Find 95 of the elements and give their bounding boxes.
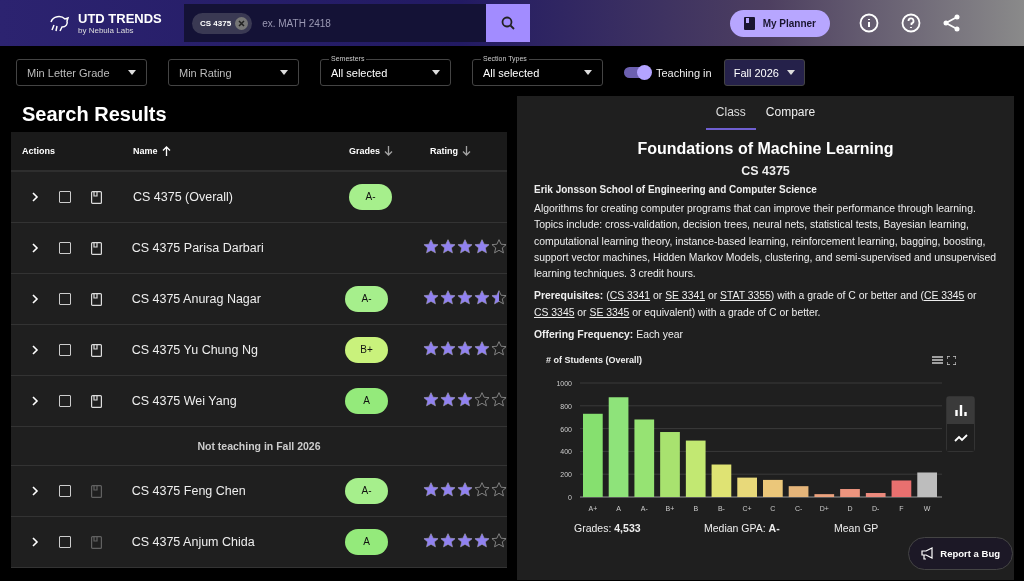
caret-icon (786, 70, 795, 75)
book-icon (743, 16, 755, 30)
course-link[interactable]: STAT 3355 (720, 290, 771, 302)
course-name[interactable]: CS 4375 (Overall) (133, 190, 339, 204)
bar (788, 486, 809, 498)
checkbox[interactable] (59, 242, 71, 254)
column-header[interactable]: Actions (11, 146, 133, 156)
grade-badge: A- (345, 478, 388, 504)
course-name[interactable]: CS 4375 Parisa Darbari (131, 241, 335, 255)
offering-frequency: Offering Frequency: Each year (534, 328, 684, 343)
bar-chart-button[interactable] (947, 397, 974, 425)
grade-stat: Median GPA: A- (704, 522, 781, 535)
bookmark-icon[interactable] (91, 394, 102, 408)
course-name[interactable]: CS 4375 Wei Yang (131, 394, 335, 408)
course-link[interactable]: SE 3345 (589, 306, 630, 318)
caret-icon (432, 70, 440, 75)
share-icon[interactable] (943, 14, 961, 32)
grade-stat: Grades: 4,533 (574, 522, 642, 535)
results-heading: Search Results (21, 101, 168, 127)
report-bug-button[interactable]: Report a Bug (908, 537, 1013, 570)
bookmark-icon[interactable] (91, 241, 102, 255)
course-chip[interactable]: CS 4375 (192, 12, 253, 34)
expand-icon[interactable] (31, 345, 39, 355)
course-name[interactable]: CS 4375 Anurag Nagar (131, 292, 335, 306)
bar (840, 489, 860, 498)
panel-tab[interactable]: Compare (755, 96, 826, 130)
course-description: Algorithms for creating computer programs that can improve their performance through learning. Topics include: cross-validation, decision trees, neural nets, statistical tests, Bayesian learning, computational learning theory, instance-based learning, reinforcement learning, bagging, boosting, support vector machines, Hidden Markov Models, clustering, and semi-supervised and unsupervised learning techniques. 3 credit hours. (534, 202, 997, 282)
expand-icon[interactable] (31, 192, 39, 202)
chart-title: # of Students (Overall) (546, 355, 644, 366)
checkbox[interactable] (59, 344, 71, 356)
bar (814, 494, 835, 498)
bar (917, 472, 937, 498)
megaphone-icon (921, 547, 935, 560)
bar (711, 464, 732, 498)
grade-badge: A (345, 529, 388, 555)
expand-icon[interactable] (31, 396, 39, 406)
course-title: Foundations of Machine Learning (636, 140, 895, 158)
bookmark-icon[interactable] (91, 190, 102, 204)
expand-icon[interactable] (31, 537, 39, 547)
search-button[interactable] (486, 4, 530, 42)
filter-select[interactable]: Min Letter Grade (16, 59, 147, 86)
bar-chart-icon (954, 405, 967, 417)
caret-icon (584, 70, 592, 75)
bookmark-icon[interactable] (91, 292, 102, 306)
bar (763, 480, 783, 498)
logo-icon (48, 13, 70, 33)
app-subtitle: by Nebula Labs (78, 26, 135, 35)
grade-badge: A (345, 388, 388, 414)
course-name[interactable]: CS 4375 Anjum Chida (131, 535, 335, 549)
course-name[interactable]: CS 4375 Yu Chung Ng (131, 343, 335, 357)
section-divider-label: Not teaching in Fall 2026 (197, 440, 321, 452)
bar (737, 478, 757, 498)
fullscreen-icon[interactable] (947, 355, 956, 365)
grade-badge: A- (345, 286, 388, 312)
prerequisites-text: Prerequisites: (CS 3341 or SE 3341 or STAT 3355) with a grade of C or better and (CE 3345 or CS 3345 or SE 3345 or equivalent) with a grade of C or better. (534, 289, 978, 320)
bar (865, 493, 886, 498)
menu-icon[interactable] (932, 356, 943, 365)
app-title: UTD TRENDS (78, 11, 162, 25)
school-name: Erik Jonsson School of Engineering and Computer Science (534, 184, 818, 195)
course-name[interactable]: CS 4375 Feng Chen (131, 484, 335, 498)
checkbox[interactable] (59, 191, 71, 203)
checkbox[interactable] (59, 536, 71, 548)
teaching-toggle[interactable] (624, 67, 650, 78)
search-field[interactable]: CS 4375 ex. MATH 2418 (184, 4, 486, 42)
expand-icon[interactable] (31, 294, 39, 304)
expand-icon[interactable] (31, 243, 39, 253)
bar (685, 440, 706, 498)
grade-badge: B+ (345, 337, 388, 363)
column-header[interactable]: Rating (426, 146, 507, 156)
planner-button[interactable]: My Planner (729, 9, 830, 37)
help-icon[interactable] (901, 13, 921, 33)
course-code: CS 4375 (740, 164, 791, 178)
expand-icon[interactable] (31, 486, 39, 496)
info-icon[interactable] (859, 13, 879, 33)
semester-select[interactable]: Fall 2026 (723, 59, 805, 86)
search-icon (501, 16, 515, 30)
teaching-label: Teaching in (656, 66, 712, 79)
course-link[interactable]: SE 3341 (665, 290, 705, 302)
caret-icon (128, 70, 136, 75)
grade-badge: A- (349, 184, 392, 210)
checkbox[interactable] (59, 485, 71, 497)
line-chart-icon (953, 433, 968, 442)
filter-select[interactable]: Min Rating (168, 59, 299, 86)
checkbox[interactable] (59, 395, 71, 407)
caret-icon (280, 70, 288, 75)
column-header[interactable]: Grades (339, 146, 426, 156)
checkbox[interactable] (59, 293, 71, 305)
bookmark-icon[interactable] (91, 343, 102, 357)
column-header[interactable]: Name (133, 146, 339, 156)
bar (660, 432, 680, 498)
remove-icon[interactable] (235, 16, 249, 30)
grade-stat: Mean GP (834, 522, 880, 535)
panel-tab[interactable]: Class (705, 96, 756, 130)
course-link[interactable]: CS 3345 (534, 306, 575, 318)
bar (891, 480, 912, 498)
